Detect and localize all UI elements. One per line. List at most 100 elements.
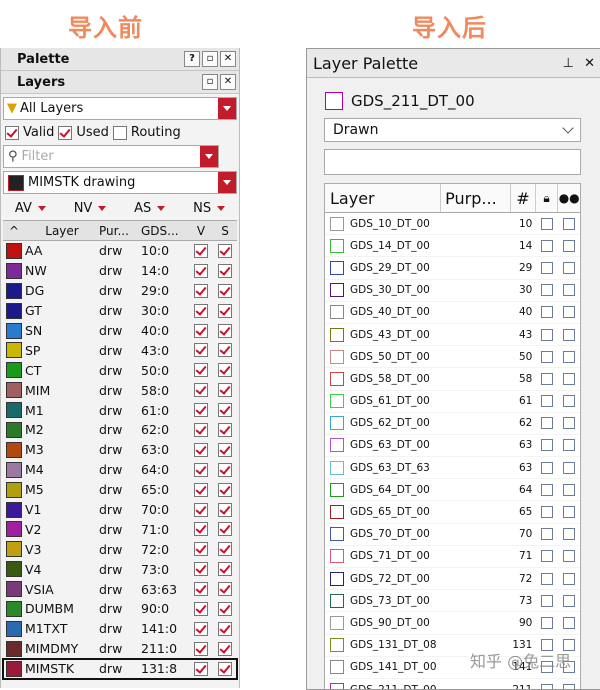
valid-checkbox[interactable] bbox=[5, 125, 19, 140]
lock-checkbox[interactable] bbox=[541, 328, 554, 341]
layer-row[interactable]: MIMDMY drw 211:0 bbox=[3, 639, 237, 659]
visible-checkbox[interactable] bbox=[563, 328, 576, 341]
layer-row[interactable]: GDS_61_DT_00 61 bbox=[325, 391, 580, 413]
close-icon[interactable]: ✕ bbox=[584, 56, 595, 71]
lock-checkbox[interactable] bbox=[541, 372, 554, 385]
layer-row[interactable]: V2 drw 71:0 bbox=[3, 519, 237, 539]
visible-checkbox[interactable] bbox=[563, 261, 576, 274]
header-layer[interactable]: Layer bbox=[325, 184, 442, 212]
lock-checkbox[interactable] bbox=[541, 506, 554, 519]
visible-checkbox[interactable] bbox=[563, 461, 576, 474]
lock-checkbox[interactable] bbox=[541, 395, 554, 408]
layer-row[interactable]: M5 drw 65:0 bbox=[3, 480, 237, 500]
selectable-checkbox[interactable] bbox=[218, 502, 232, 517]
visible-checkbox[interactable] bbox=[194, 303, 208, 318]
selectable-checkbox[interactable] bbox=[218, 323, 232, 338]
layer-swatch[interactable] bbox=[330, 260, 344, 275]
help-icon[interactable]: ? bbox=[184, 51, 200, 67]
layer-row[interactable]: SP drw 43:0 bbox=[3, 340, 237, 360]
layer-swatch[interactable] bbox=[3, 242, 25, 259]
layer-swatch[interactable] bbox=[330, 460, 344, 475]
lock-checkbox[interactable] bbox=[541, 483, 554, 496]
chevron-down-icon[interactable] bbox=[200, 146, 218, 167]
layer-swatch[interactable] bbox=[3, 581, 25, 598]
layer-row[interactable]: GDS_58_DT_00 58 bbox=[325, 368, 580, 391]
layer-row[interactable]: GDS_64_DT_00 64 bbox=[325, 479, 580, 502]
visible-checkbox[interactable] bbox=[194, 522, 208, 537]
visible-checkbox[interactable] bbox=[194, 502, 208, 517]
lock-checkbox[interactable] bbox=[541, 350, 554, 363]
layer-row[interactable]: GDS_63_DT_00 63 bbox=[325, 435, 580, 458]
layer-row[interactable]: M4 drw 64:0 bbox=[3, 460, 237, 480]
layer-row[interactable]: V1 drw 70:0 bbox=[3, 500, 237, 520]
selectable-checkbox[interactable] bbox=[218, 661, 232, 676]
selectable-checkbox[interactable] bbox=[218, 462, 232, 477]
visible-checkbox[interactable] bbox=[563, 616, 576, 629]
lock-checkbox[interactable] bbox=[541, 306, 554, 319]
header-number[interactable]: # bbox=[511, 184, 536, 212]
visible-checkbox[interactable] bbox=[194, 542, 208, 557]
header-layer[interactable]: Layer bbox=[25, 224, 99, 238]
layer-swatch[interactable] bbox=[3, 640, 25, 657]
layer-swatch[interactable] bbox=[3, 461, 25, 478]
layer-row[interactable]: GT drw 30:0 bbox=[3, 301, 237, 321]
selectable-checkbox[interactable] bbox=[218, 263, 232, 278]
visible-checkbox[interactable] bbox=[194, 661, 208, 676]
selectable-checkbox[interactable] bbox=[218, 383, 232, 398]
close-icon[interactable]: ✕ bbox=[220, 51, 236, 67]
visible-checkbox[interactable] bbox=[563, 372, 576, 385]
visible-checkbox[interactable] bbox=[563, 683, 576, 689]
layer-row[interactable]: MIM drw 58:0 bbox=[3, 380, 237, 400]
lock-checkbox[interactable] bbox=[541, 594, 554, 607]
layer-row[interactable]: GDS_73_DT_00 73 bbox=[325, 590, 580, 613]
layer-swatch[interactable] bbox=[330, 571, 344, 586]
lock-checkbox[interactable] bbox=[541, 261, 554, 274]
layer-row[interactable]: GDS_62_DT_00 62 bbox=[325, 413, 580, 435]
selectable-checkbox[interactable] bbox=[218, 582, 232, 597]
layer-row[interactable]: M1TXT drw 141:0 bbox=[3, 619, 237, 639]
layer-swatch[interactable] bbox=[330, 549, 344, 564]
visible-checkbox[interactable] bbox=[194, 582, 208, 597]
layer-swatch[interactable] bbox=[3, 541, 25, 558]
nv-button[interactable]: NV bbox=[74, 201, 107, 216]
visible-checkbox[interactable] bbox=[194, 263, 208, 278]
visible-checkbox[interactable] bbox=[194, 283, 208, 298]
layer-swatch[interactable] bbox=[3, 322, 25, 339]
lock-checkbox[interactable] bbox=[541, 528, 554, 541]
visible-checkbox[interactable] bbox=[563, 350, 576, 363]
visible-checkbox[interactable] bbox=[194, 562, 208, 577]
selectable-checkbox[interactable] bbox=[218, 363, 232, 378]
layer-row[interactable]: M2 drw 62:0 bbox=[3, 420, 237, 440]
selectable-checkbox[interactable] bbox=[218, 403, 232, 418]
layer-swatch[interactable] bbox=[3, 660, 25, 677]
layer-swatch[interactable] bbox=[330, 371, 344, 386]
layer-row[interactable]: DUMBM drw 90:0 bbox=[3, 599, 237, 619]
layer-row[interactable]: GDS_50_DT_00 50 bbox=[325, 346, 580, 369]
selectable-checkbox[interactable] bbox=[218, 422, 232, 437]
layer-row[interactable]: AA drw 10:0 bbox=[3, 241, 237, 261]
selectable-checkbox[interactable] bbox=[218, 522, 232, 537]
lock-checkbox[interactable] bbox=[541, 217, 554, 230]
lock-checkbox[interactable] bbox=[541, 616, 554, 629]
layer-swatch[interactable] bbox=[3, 382, 25, 399]
layer-swatch[interactable] bbox=[3, 402, 25, 419]
layer-swatch[interactable] bbox=[3, 441, 25, 458]
layer-row[interactable]: GDS_43_DT_00 43 bbox=[325, 324, 580, 347]
layer-row[interactable]: V3 drw 72:0 bbox=[3, 539, 237, 559]
layer-swatch[interactable] bbox=[3, 501, 25, 518]
selectable-checkbox[interactable] bbox=[218, 641, 232, 656]
layer-row[interactable]: GDS_72_DT_00 72 bbox=[325, 568, 580, 591]
layer-row[interactable]: MIMSTK drw 131:8 bbox=[2, 657, 238, 680]
layer-swatch[interactable] bbox=[330, 238, 344, 253]
visible-checkbox[interactable] bbox=[194, 243, 208, 258]
lock-checkbox[interactable] bbox=[541, 239, 554, 252]
visible-checkbox[interactable] bbox=[194, 422, 208, 437]
visible-checkbox[interactable] bbox=[194, 323, 208, 338]
layer-swatch[interactable] bbox=[3, 282, 25, 299]
layer-row[interactable]: GDS_10_DT_00 10 bbox=[325, 213, 580, 236]
layer-swatch[interactable] bbox=[330, 527, 344, 542]
used-checkbox[interactable] bbox=[58, 125, 73, 140]
selectable-checkbox[interactable] bbox=[218, 343, 232, 358]
layer-row[interactable]: GDS_14_DT_00 14 bbox=[325, 235, 580, 258]
layer-row[interactable]: VSIA drw 63:63 bbox=[3, 579, 237, 599]
